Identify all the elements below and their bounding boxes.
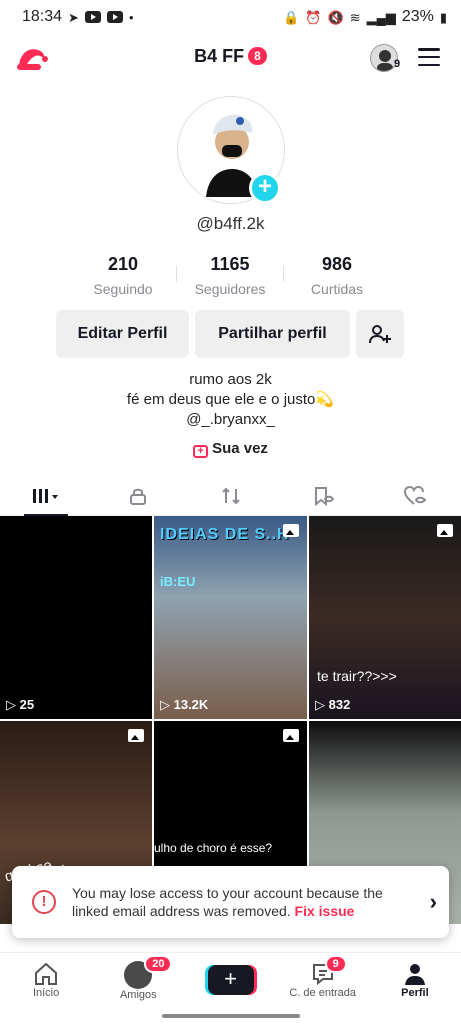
inbox-badge: 9 [324, 955, 347, 973]
home-icon [35, 962, 58, 985]
lock-icon: 🔒 [283, 9, 300, 25]
alarm-icon: ⏰ [305, 9, 322, 25]
profile-icon [404, 964, 425, 985]
share-profile-button[interactable]: Partilhar perfil [195, 310, 350, 358]
photo-icon [437, 524, 453, 537]
add-post-icon: + [193, 445, 209, 458]
tab-saved[interactable] [277, 476, 369, 515]
photo-icon [128, 729, 144, 742]
grid-icon [33, 488, 59, 503]
account-name: B4 FF [194, 46, 245, 66]
dot-icon: • [128, 9, 134, 25]
bookmark-hidden-icon [314, 486, 334, 506]
nav-profile[interactable]: Perfil [369, 953, 461, 1008]
thumbnail-caption: ulho de choro é esse? [154, 841, 273, 855]
notification-badge: 8 [248, 47, 267, 65]
nav-home[interactable]: Início [0, 953, 92, 1008]
view-count: ▷ 25 [6, 697, 35, 712]
video-grid: ▷ 25 IDEIAS DE S..H iB:EU ▷ 13.2K te tra… [0, 516, 461, 924]
tab-liked[interactable] [369, 476, 461, 515]
profile-stats: 210 Seguindo 1165 Seguidores 986 Curtida… [70, 254, 390, 297]
create-plus-icon: + [207, 965, 254, 995]
nav-inbox[interactable]: 9 C. de entrada [277, 953, 369, 1008]
wifi-icon: ≋ [349, 9, 361, 25]
bottom-nav: Início 20 Amigos + 9 C. de entrada Perfi… [0, 952, 461, 1008]
stat-following[interactable]: 210 Seguindo [70, 254, 176, 297]
youtube-icon-2 [106, 11, 123, 23]
profile-actions: Editar Perfil Partilhar perfil [56, 310, 404, 358]
battery-icon: ▮ [439, 9, 447, 25]
profile-top-bar: B4 FF 8 9 [0, 38, 461, 78]
thumbnail-subtitle: iB:EU [160, 574, 196, 589]
tab-private[interactable] [92, 476, 184, 515]
profile-bio: rumo aos 2k fé em deus que ele e o justo… [0, 370, 461, 430]
add-friend-button[interactable] [356, 310, 404, 358]
video-thumbnail[interactable]: ▷ 25 [0, 516, 152, 719]
alert-icon: ! [32, 890, 56, 914]
video-thumbnail[interactable]: IDEIAS DE S..H iB:EU ▷ 13.2K [154, 516, 307, 719]
video-thumbnail[interactable]: te trair??>>> ▷ 832 [309, 516, 461, 719]
heart-hidden-icon [403, 485, 427, 505]
thumbnail-title: IDEIAS DE S..H [160, 526, 290, 543]
bio-mention-link[interactable]: @_.bryanxx_ [0, 410, 461, 430]
telegram-icon: ➤ [68, 9, 79, 25]
signal-icon: ▂▄▆ [366, 9, 396, 25]
your-turn-button[interactable]: + Sua vez [0, 440, 461, 458]
photo-icon [283, 729, 299, 742]
repost-icon [221, 487, 240, 504]
lock-icon [130, 488, 147, 505]
email-warning-banner[interactable]: ! You may lose access to your account be… [12, 866, 449, 938]
add-story-button[interactable]: + [249, 172, 281, 204]
photo-icon [283, 524, 299, 537]
nav-create[interactable]: + [184, 953, 276, 1008]
view-count: ▷ 832 [315, 697, 351, 712]
edit-profile-button[interactable]: Editar Perfil [56, 310, 189, 358]
stat-likes[interactable]: 986 Curtidas [284, 254, 390, 297]
nav-friends[interactable]: 20 Amigos [92, 953, 184, 1008]
tab-videos[interactable] [0, 476, 92, 516]
chevron-right-icon[interactable]: › [430, 889, 437, 915]
status-bar: 18:34 ➤ • 🔒 ⏰ 🔇 ≋ ▂▄▆ 23% ▮ [0, 0, 461, 34]
friends-badge: 20 [144, 955, 173, 973]
add-user-icon [369, 325, 391, 344]
youtube-icon [84, 11, 101, 23]
tab-reposts[interactable] [184, 476, 276, 515]
view-count: ▷ 13.2K [160, 697, 209, 712]
status-time: 18:34 [22, 8, 63, 25]
content-tabs [0, 476, 461, 516]
accounts-count: 9 [394, 58, 401, 70]
fix-issue-link[interactable]: Fix issue [295, 903, 355, 919]
username: @b4ff.2k [196, 214, 265, 233]
menu-icon[interactable] [418, 48, 440, 66]
thumbnail-caption: te trair??>>> [317, 668, 397, 684]
stat-followers[interactable]: 1165 Seguidores [177, 254, 283, 297]
mute-icon: 🔇 [327, 9, 344, 25]
battery-level: 23% [401, 8, 434, 25]
home-indicator[interactable] [162, 1014, 300, 1018]
